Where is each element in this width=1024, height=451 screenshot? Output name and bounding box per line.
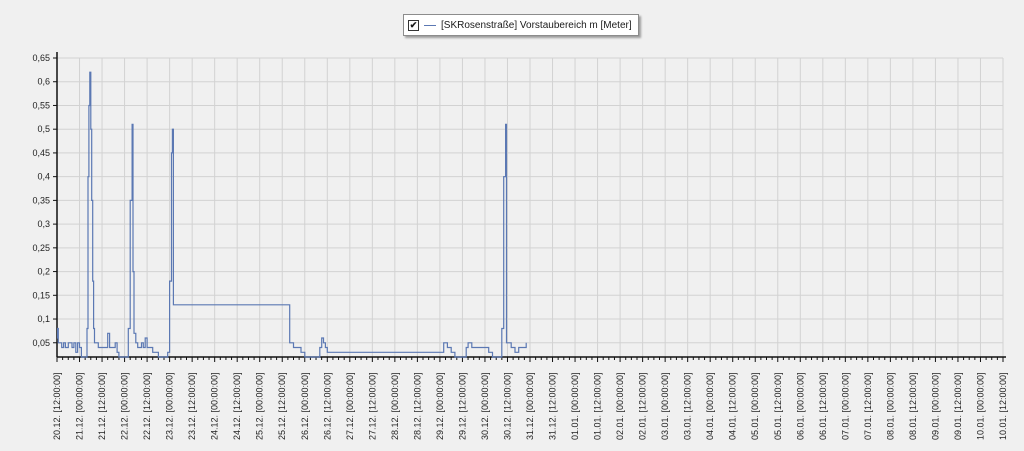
axes (56, 52, 1006, 358)
x-tick-label: 25.12. [00:00:00] (255, 372, 265, 440)
x-tick-label: 05.01. [00:00:00] (750, 372, 760, 440)
x-tick-label: 06.01. [12:00:00] (818, 372, 828, 440)
x-tick-label: 04.01. [00:00:00] (705, 372, 715, 440)
y-tick-label: 0,35 (32, 195, 50, 205)
x-axis-ticks: 20.12. [12:00:00] 21.12. [00:00:00] 21.12.… (52, 357, 1008, 440)
x-tick-label: 03.01. [00:00:00] (660, 372, 670, 440)
line-chart: 0,05 0,1 0,15 0,2 0,25 0,3 0,35 0,4 0,45 0,5 0,55 0… (32, 52, 1008, 440)
x-tick-label: 22.12. [00:00:00] (120, 372, 130, 440)
x-tick-label: 28.12. [12:00:00] (412, 372, 422, 440)
y-tick-label: 0,05 (32, 338, 50, 348)
x-tick-label: 10.01. [12:00:00] (998, 372, 1008, 440)
x-tick-label: 24.12. [00:00:00] (210, 372, 220, 440)
y-axis-ticks: 0,05 0,1 0,15 0,2 0,25 0,3 0,35 0,4 0,45 0,5 0,55 0… (32, 53, 57, 348)
x-tick-label: 23.12. [00:00:00] (165, 372, 175, 440)
x-tick-label: 01.01. [12:00:00] (593, 372, 603, 440)
x-tick-label: 27.12. [12:00:00] (367, 372, 377, 440)
x-tick-label: 26.12. [00:00:00] (300, 372, 310, 440)
y-tick-label: 0,5 (37, 124, 50, 134)
x-tick-label: 07.01. [00:00:00] (840, 372, 850, 440)
x-tick-label: 21.12. [12:00:00] (97, 372, 107, 440)
y-tick-label: 0,3 (37, 219, 50, 229)
x-tick-label: 23.12. [12:00:00] (187, 372, 197, 440)
x-tick-label: 09.01. [12:00:00] (953, 372, 963, 440)
y-tick-label: 0,25 (32, 243, 50, 253)
x-tick-label: 07.01. [12:00:00] (863, 372, 873, 440)
x-tick-label: 31.12. [12:00:00] (548, 372, 558, 440)
grid-lines (56, 57, 1004, 357)
x-tick-label: 29.12. [12:00:00] (457, 372, 467, 440)
x-tick-label: 02.01. [12:00:00] (638, 372, 648, 440)
x-tick-label: 30.12. [00:00:00] (480, 372, 490, 440)
x-tick-label: 21.12. [00:00:00] (75, 372, 85, 440)
x-tick-label: 26.12. [12:00:00] (322, 372, 332, 440)
x-tick-label: 20.12. [12:00:00] (52, 372, 62, 440)
x-tick-label: 03.01. [12:00:00] (683, 372, 693, 440)
x-tick-label: 25.12. [12:00:00] (277, 372, 287, 440)
y-tick-label: 0,6 (37, 77, 50, 87)
y-tick-label: 0,65 (32, 53, 50, 63)
y-tick-label: 0,1 (37, 314, 50, 324)
x-tick-label: 09.01. [00:00:00] (930, 372, 940, 440)
x-tick-label: 29.12. [00:00:00] (435, 372, 445, 440)
y-tick-label: 0,15 (32, 290, 50, 300)
series-line (56, 71, 527, 358)
x-tick-label: 02.01. [00:00:00] (615, 372, 625, 440)
x-tick-label: 06.01. [00:00:00] (795, 372, 805, 440)
x-tick-label: 28.12. [00:00:00] (390, 372, 400, 440)
x-tick-label: 10.01. [00:00:00] (975, 372, 985, 440)
x-tick-label: 31.12. [00:00:00] (525, 372, 535, 440)
y-tick-label: 0,45 (32, 148, 50, 158)
series-group (56, 71, 527, 358)
x-tick-label: 27.12. [00:00:00] (345, 372, 355, 440)
x-tick-label: 22.12. [12:00:00] (142, 372, 152, 440)
y-tick-label: 0,55 (32, 100, 50, 110)
x-tick-label: 05.01. [12:00:00] (773, 372, 783, 440)
x-tick-label: 08.01. [12:00:00] (908, 372, 918, 440)
x-tick-label: 24.12. [12:00:00] (232, 372, 242, 440)
x-tick-label: 30.12. [12:00:00] (502, 372, 512, 440)
y-tick-label: 0,2 (37, 267, 50, 277)
x-tick-label: 08.01. [00:00:00] (885, 372, 895, 440)
y-tick-label: 0,4 (37, 172, 50, 182)
x-tick-label: 04.01. [12:00:00] (728, 372, 738, 440)
x-tick-label: 01.01. [00:00:00] (570, 372, 580, 440)
